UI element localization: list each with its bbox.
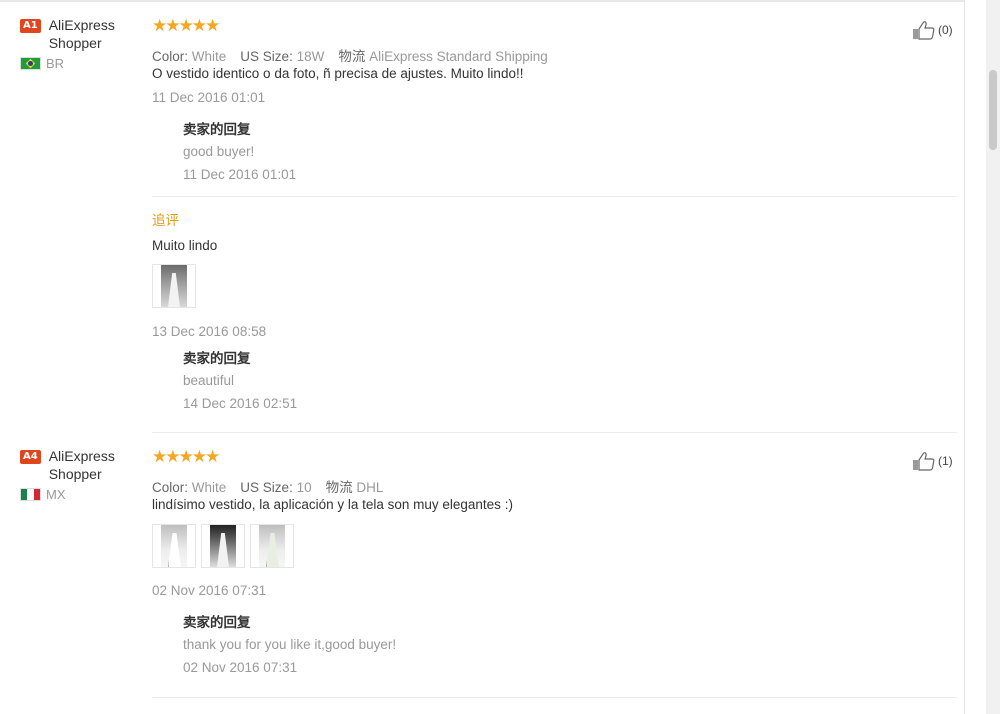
review-text: O vestido identico o da foto, ñ precisa … [152, 66, 524, 81]
seller-reply-title: 卖家的回复 [183, 351, 251, 367]
followup-text: Muito lindo [152, 238, 218, 253]
seller-reply-text: good buyer! [183, 144, 255, 159]
country-code: BR [46, 56, 65, 71]
followup-date: 13 Dec 2016 08:58 [152, 324, 267, 339]
review-divider [152, 432, 957, 433]
review-divider [152, 697, 957, 698]
followup-label: 追评 [152, 213, 179, 229]
order-attributes: Color: White US Size: 18W 物流 AliExpress St… [152, 49, 548, 64]
thumbs-up-icon [913, 21, 935, 40]
review-photos [152, 524, 294, 568]
reviewer-info: A1 AliExpress Shopper BR [20, 16, 145, 71]
review-photo-thumbnail[interactable] [201, 524, 245, 568]
buyer-level-badge: A1 [20, 19, 41, 33]
seller-reply-date: 14 Dec 2016 02:51 [183, 396, 298, 411]
thumbs-up-icon [913, 452, 935, 471]
seller-reply-title: 卖家的回复 [183, 615, 251, 631]
order-attributes: Color: White US Size: 10 物流 DHL [152, 480, 384, 495]
followup-divider [152, 196, 957, 197]
review-date: 11 Dec 2016 01:01 [152, 90, 266, 105]
star-rating: ★★★★★ [152, 16, 220, 36]
seller-reply: 卖家的回复 good buyer! 11 Dec 2016 01:01 [183, 118, 296, 182]
helpful-button[interactable]: (1) [912, 451, 953, 471]
country-code: MX [46, 487, 66, 502]
star-rating: ★★★★★ [152, 447, 220, 467]
review-photo-thumbnail[interactable] [152, 524, 196, 568]
seller-reply: 卖家的回复 thank you for you like it,good buy… [183, 611, 396, 675]
reviewer-name: AliExpress Shopper [48, 448, 115, 482]
content-right-border [964, 0, 965, 714]
buyer-level-badge: A4 [20, 450, 41, 464]
scrollbar-thumb[interactable] [989, 70, 997, 150]
helpful-count: (0) [938, 23, 953, 37]
reviewer-info: A4 AliExpress Shopper MX [20, 447, 145, 502]
helpful-count: (1) [938, 454, 953, 468]
review-photo-thumbnail[interactable] [250, 524, 294, 568]
seller-reply-date: 02 Nov 2016 07:31 [183, 660, 298, 675]
seller-reply-title: 卖家的回复 [183, 122, 251, 138]
brazil-flag-icon [20, 57, 41, 70]
review-text: lindísimo vestido, la aplicación y la te… [152, 497, 513, 512]
review-date: 02 Nov 2016 07:31 [152, 583, 267, 598]
review-photo-thumbnail[interactable] [152, 264, 196, 308]
followup-seller-reply: 卖家的回复 beautiful 14 Dec 2016 02:51 [183, 347, 297, 411]
seller-reply-date: 11 Dec 2016 01:01 [183, 167, 297, 182]
seller-reply-text: thank you for you like it,good buyer! [183, 637, 397, 652]
reviewer-country: MX [20, 487, 145, 502]
helpful-button[interactable]: (0) [912, 20, 953, 40]
seller-reply-text: beautiful [183, 373, 235, 388]
reviewer-country: BR [20, 56, 145, 71]
reviewer-name: AliExpress Shopper [48, 17, 115, 51]
top-border [0, 0, 965, 2]
followup-photos [152, 264, 196, 308]
mexico-flag-icon [20, 488, 41, 501]
